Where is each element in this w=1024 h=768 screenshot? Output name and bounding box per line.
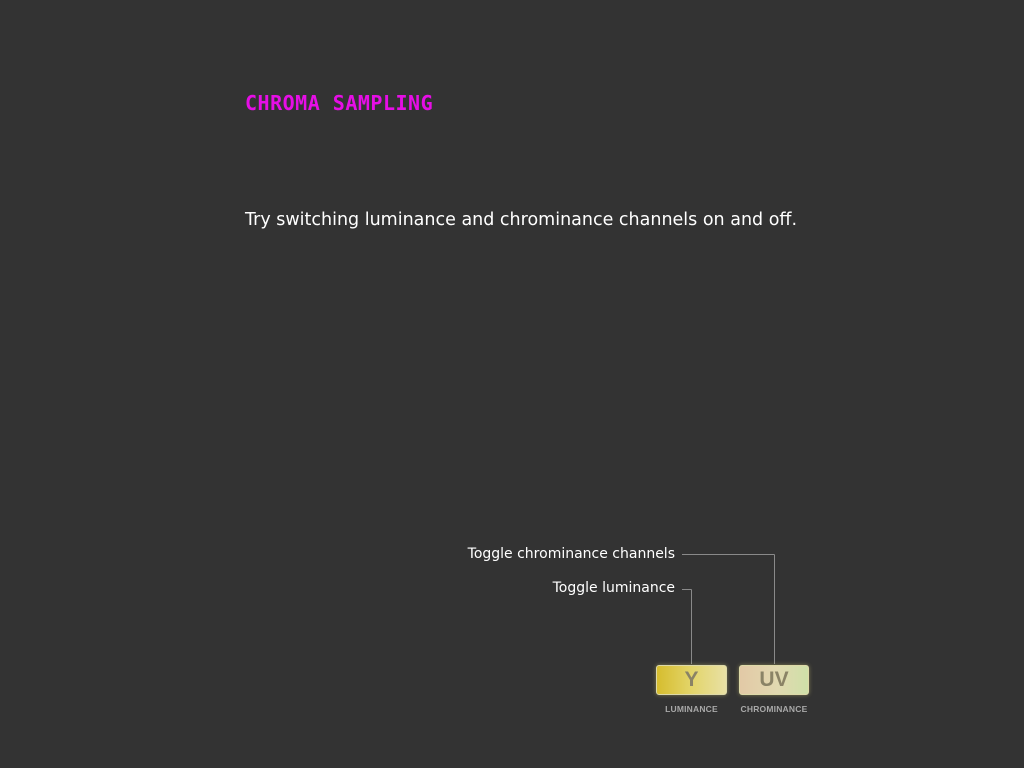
chrominance-toggle-label: UV [759, 668, 789, 691]
callout-leader-lines [682, 554, 775, 664]
instruction-text: Try switching luminance and chrominance … [245, 210, 798, 230]
chrominance-caption: CHROMINANCE [740, 704, 808, 714]
luminance-toggle-button[interactable]: Y [656, 665, 727, 695]
luminance-toggle-label: Y [684, 668, 699, 691]
chrominance-callout-label: Toggle chrominance channels [467, 546, 675, 562]
chrominance-toggle-button[interactable]: UV [739, 665, 809, 695]
luminance-leader-line [682, 589, 692, 664]
page-title: CHROMA SAMPLING [245, 91, 434, 115]
luminance-callout-label: Toggle luminance [552, 580, 675, 596]
luminance-caption: LUMINANCE [665, 704, 718, 714]
chrominance-leader-line [682, 554, 775, 664]
